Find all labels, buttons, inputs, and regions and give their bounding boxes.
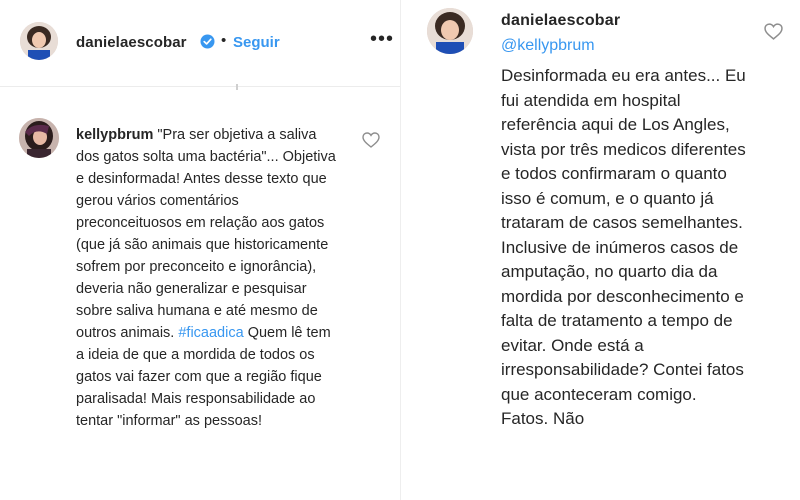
verified-badge-icon — [200, 34, 215, 49]
mention-link[interactable]: @kellypbrum — [501, 37, 595, 55]
comment-text-part1: "Pra ser objetiva a saliva dos gatos sol… — [76, 127, 336, 341]
author-username[interactable]: danielaescobar — [76, 34, 187, 51]
reply-username[interactable]: danielaescobar — [501, 12, 620, 30]
author-avatar[interactable] — [20, 22, 58, 60]
header-separator: • — [221, 32, 227, 49]
heart-icon[interactable] — [764, 23, 783, 40]
hashtag-link[interactable]: #ficaadica — [178, 325, 243, 341]
right-reply-panel: danielaescobar @kellypbrum Desinformada … — [400, 0, 800, 500]
left-post-panel: danielaescobar • Seguir ••• kellypbrum "… — [0, 0, 400, 500]
comment-text: kellypbrum "Pra ser objetiva a saliva do… — [76, 124, 341, 432]
post-header: danielaescobar • Seguir ••• — [0, 0, 400, 87]
scroll-divider — [236, 84, 238, 90]
commenter-username[interactable]: kellypbrum — [76, 127, 153, 143]
follow-button[interactable]: Seguir — [233, 34, 280, 51]
reply-author-avatar[interactable] — [427, 8, 473, 54]
more-options-icon[interactable]: ••• — [370, 28, 394, 51]
commenter-avatar[interactable] — [19, 118, 59, 158]
heart-icon[interactable] — [362, 132, 380, 148]
reply-text: Desinformada eu era antes... Eu fui aten… — [501, 66, 746, 428]
